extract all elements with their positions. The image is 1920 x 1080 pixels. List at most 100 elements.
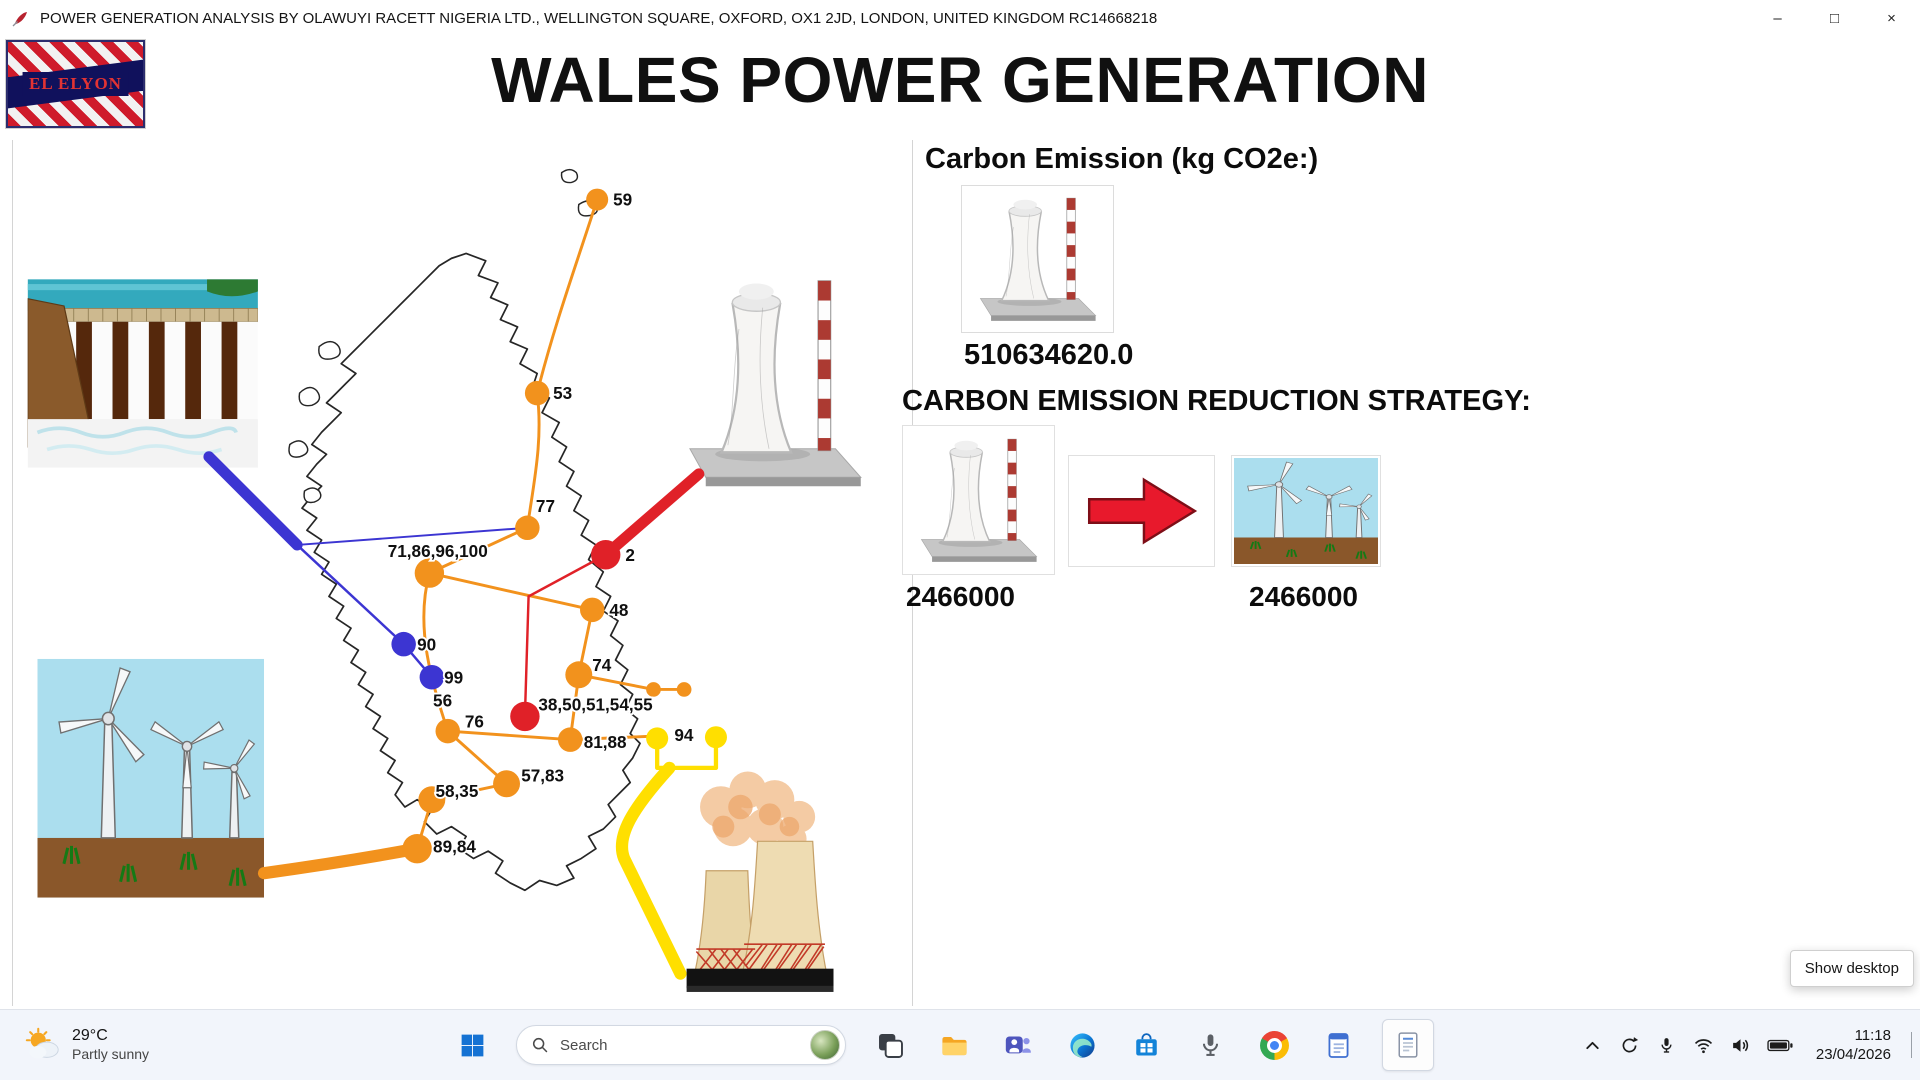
node-label: 58,35 — [436, 781, 479, 801]
cooling-tower-icon — [979, 197, 1096, 322]
map-node — [676, 682, 692, 697]
file-explorer-button[interactable] — [934, 1025, 974, 1065]
carbon-emission-image-box — [961, 185, 1114, 333]
map-node — [414, 558, 445, 588]
node-label: 71,86,96,100 — [388, 541, 488, 561]
map-node — [391, 631, 416, 657]
map-node — [580, 597, 605, 623]
fossil-plant-image — [686, 770, 834, 992]
strategy-heading: CARBON EMISSION REDUCTION STRATEGY: — [902, 385, 1531, 417]
wifi-button[interactable] — [1693, 1035, 1714, 1056]
node-label: 56 — [433, 691, 452, 711]
node-label: 38,50,51,54,55 — [538, 694, 653, 714]
active-document-app-button[interactable] — [1382, 1019, 1434, 1071]
voice-recorder-button[interactable] — [1190, 1025, 1230, 1065]
hydro-dam-image — [27, 279, 258, 468]
weather-temperature: 29°C — [72, 1027, 108, 1045]
app-icon — [12, 11, 27, 26]
volume-button[interactable] — [1730, 1035, 1751, 1056]
close-button[interactable]: × — [1863, 0, 1920, 37]
carbon-emission-heading: Carbon Emission (kg CO2e:) — [925, 143, 1319, 175]
window-controls: – □ × — [1749, 0, 1920, 37]
sync-status-button[interactable] — [1619, 1035, 1640, 1056]
battery-button[interactable] — [1767, 1038, 1794, 1053]
strategy-before-image-box — [902, 425, 1055, 575]
chrome-button[interactable] — [1254, 1025, 1294, 1065]
node-label: 89,84 — [433, 836, 476, 856]
teams-icon — [1005, 1035, 1031, 1053]
wifi-icon — [1694, 1038, 1713, 1053]
weather-texts: 29°C Partly sunny — [72, 1026, 149, 1064]
maximize-button[interactable]: □ — [1806, 0, 1863, 37]
speaker-icon — [1733, 1038, 1748, 1052]
nuclear-cooling-tower-image — [688, 279, 863, 488]
strategy-after-value: 2466000 — [1249, 581, 1359, 612]
taskbar-center: Search — [452, 1010, 1434, 1080]
window-title: POWER GENERATION ANALYSIS BY OLAWUYI RAC… — [40, 10, 1158, 27]
microsoft-store-button[interactable] — [1126, 1025, 1166, 1065]
window-titlebar: POWER GENERATION ANALYSIS BY OLAWUYI RAC… — [0, 0, 1920, 37]
minimize-button[interactable]: – — [1749, 0, 1806, 37]
battery-icon — [1767, 1039, 1793, 1051]
strategy-before-value: 2466000 — [906, 581, 1016, 612]
map-node — [557, 727, 583, 752]
carbon-emission-value: 510634620.0 — [964, 339, 1134, 371]
map-node — [591, 540, 621, 570]
hidden-icons-chevron[interactable] — [1582, 1035, 1603, 1056]
map-node — [510, 701, 540, 732]
red-arrow-icon — [1087, 478, 1196, 544]
folder-icon — [941, 1036, 967, 1055]
start-button[interactable] — [452, 1025, 492, 1065]
wind-farm-image — [37, 658, 265, 898]
app-header: EL ELYON WALES POWER GENERATION — [0, 37, 1920, 140]
wind-farm-icon — [1234, 458, 1378, 564]
edge-button[interactable] — [1062, 1025, 1102, 1065]
node-label: 2 — [625, 545, 635, 565]
notepad-button[interactable] — [1318, 1025, 1358, 1065]
node-label: 48 — [609, 600, 628, 620]
node-label: 99 — [444, 667, 463, 687]
show-desktop-edge[interactable] — [1911, 1032, 1912, 1058]
search-placeholder: Search — [560, 1036, 608, 1054]
microphone-icon — [1661, 1037, 1672, 1053]
power-grid-map-panel: 59 53 77 71,86,96,100 2 48 90 99 74 56 7… — [13, 140, 907, 1005]
microsoft-store-icon — [1135, 1032, 1157, 1056]
map-node — [586, 188, 609, 211]
partly-sunny-icon — [25, 1027, 59, 1059]
chevron-up-icon — [1586, 1041, 1599, 1049]
search-highlight-image[interactable] — [810, 1030, 840, 1060]
edge-orange-thick — [257, 842, 424, 880]
clock-time: 11:18 — [1854, 1026, 1891, 1044]
search-icon — [532, 1037, 548, 1053]
node-label: 74 — [592, 655, 612, 675]
weather-widget[interactable]: 29°C Partly sunny — [14, 1010, 159, 1080]
node-label: 90 — [417, 634, 436, 654]
node-label: 81,88 — [584, 732, 627, 752]
clock-date: 23/04/2026 — [1815, 1046, 1891, 1063]
chrome-icon — [1259, 1030, 1289, 1060]
tray-microphone-button[interactable] — [1656, 1035, 1677, 1056]
node-label: 53 — [553, 383, 572, 403]
task-view-button[interactable] — [870, 1025, 910, 1065]
node-label: 77 — [536, 496, 555, 516]
map-node — [515, 515, 540, 541]
windows-logo-icon — [461, 1034, 483, 1056]
teams-button[interactable] — [998, 1025, 1038, 1065]
notepad-icon — [1328, 1032, 1348, 1058]
node-label: 57,83 — [521, 765, 564, 785]
map-node — [704, 726, 727, 749]
node-label: 76 — [465, 711, 484, 731]
map-node — [493, 770, 521, 798]
map-node — [646, 727, 669, 750]
search-box[interactable]: Search — [516, 1025, 846, 1065]
system-tray: 11:18 23/04/2026 — [1582, 1010, 1912, 1080]
clock[interactable]: 11:18 23/04/2026 — [1816, 1026, 1891, 1065]
show-desktop-tooltip[interactable]: Show desktop — [1789, 950, 1914, 987]
edge-icon — [1069, 1032, 1095, 1058]
map-node — [524, 380, 550, 406]
microphone-icon — [1202, 1033, 1218, 1056]
weather-condition: Partly sunny — [72, 1046, 150, 1063]
map-node — [435, 718, 460, 744]
cooling-tower-icon — [920, 438, 1037, 563]
map-node — [419, 664, 445, 690]
